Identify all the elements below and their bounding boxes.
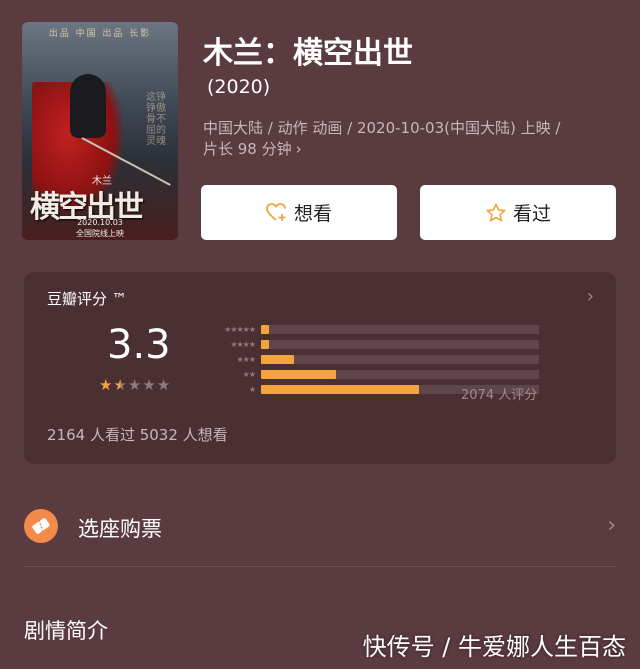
want-to-watch-button[interactable]: 想看: [201, 185, 397, 240]
rating-bar-row: ★★★★: [199, 337, 539, 352]
star-half-icon: ★: [113, 376, 128, 394]
star-empty-icon: ★: [142, 376, 157, 394]
chevron-right-icon: ›: [295, 140, 302, 158]
poster-release: 全国院线上映: [76, 229, 124, 238]
watched-button[interactable]: 看过: [420, 185, 616, 240]
heart-plus-icon: [266, 202, 286, 221]
bar-fill: [261, 370, 337, 379]
poster-date: 2020.10.03: [77, 218, 123, 227]
bar-stars-label: ★★★★: [230, 340, 256, 349]
watched-label: 看过: [512, 203, 551, 225]
rating-bar-row: ★★★: [199, 352, 539, 367]
movie-meta[interactable]: 中国大陆 / 动作 动画 / 2020-10-03(中国大陆) 上映 / 片长 …: [203, 118, 623, 160]
ticket-icon: [24, 509, 58, 543]
bar-track: [261, 325, 539, 334]
buy-ticket-row[interactable]: 选座购票 ›: [24, 505, 616, 551]
bar-stars-label: ★★★★★: [224, 325, 256, 334]
bar-track: [261, 370, 539, 379]
plot-summary-title: 剧情简介: [24, 619, 108, 643]
bar-track: [261, 340, 539, 349]
buy-ticket-label: 选座购票: [78, 517, 162, 541]
rating-label: 豆瓣评分 ™: [47, 290, 127, 308]
movie-year: (2020): [207, 76, 271, 98]
poster-top-text: 出品 中国 出品 长影: [48, 29, 152, 39]
want-to-watch-label: 想看: [293, 203, 332, 225]
rating-card[interactable]: 豆瓣评分 ™ › 3.3 ★★★★★ ★★★★★ ★★★★ ★★★ ★★ ★ 2…: [24, 272, 616, 464]
rating-score: 3.3: [107, 322, 171, 368]
star-outline-icon: [486, 202, 506, 222]
bar-fill: [261, 325, 270, 334]
rating-bar-row: ★★★★★: [199, 322, 539, 337]
divider: [24, 566, 616, 567]
star-full-icon: ★: [99, 376, 114, 394]
star-empty-icon: ★: [156, 376, 172, 394]
watch-stats: 2164 人看过 5032 人想看: [47, 426, 228, 444]
movie-meta-line1: 中国大陆 / 动作 动画 / 2020-10-03(中国大陆) 上映 /: [203, 119, 561, 137]
movie-poster[interactable]: 出品 中国 出品 长影 这铮铮傲骨不屈的灵魂 木兰 横空出世 2020.10.0…: [22, 22, 178, 240]
rating-count: 2074 人评分: [461, 388, 538, 403]
bar-fill: [261, 340, 270, 349]
movie-meta-line2: 片长 98 分钟: [203, 140, 292, 158]
bar-fill: [261, 355, 295, 364]
bar-stars-label: ★★★: [236, 355, 256, 364]
bar-stars-label: ★★: [242, 370, 256, 379]
movie-title: 木兰：横空出世: [203, 36, 413, 71]
chevron-right-icon[interactable]: ›: [587, 286, 594, 307]
poster-warrior-graphic: [70, 74, 106, 138]
watermark: 快传号 / 牛爱娜人生百态: [362, 633, 626, 661]
poster-vertical-text: 这铮铮傲骨不屈的灵魂: [146, 92, 166, 147]
rating-stars: ★★★★★: [99, 376, 171, 394]
bar-fill: [261, 385, 420, 394]
bar-track: [261, 355, 539, 364]
star-empty-icon: ★: [127, 376, 143, 394]
bar-stars-label: ★: [248, 385, 256, 394]
rating-bar-row: ★★: [199, 367, 539, 382]
chevron-right-icon: ›: [607, 513, 616, 538]
